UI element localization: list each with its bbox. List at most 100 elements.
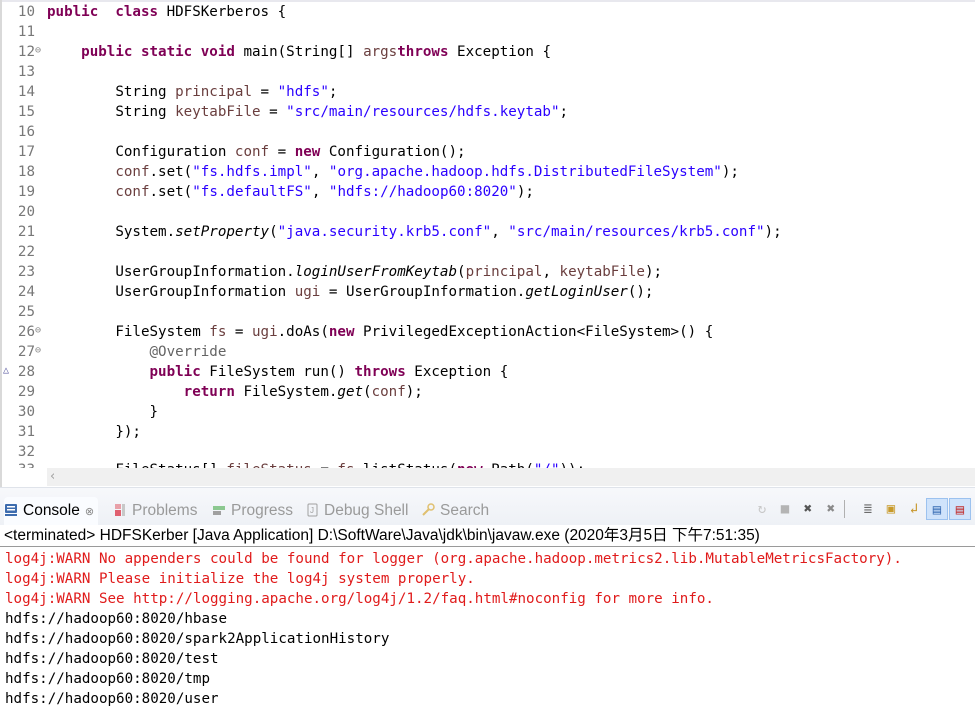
code-line: 32 [2, 442, 975, 462]
line-number: 20 [17, 204, 35, 220]
token: = [252, 84, 278, 100]
line-number: 29 [17, 384, 35, 400]
token-kw: throws [354, 364, 406, 380]
code-text: conf.set("fs.hdfs.impl", "org.apache.had… [47, 162, 739, 182]
console-output[interactable]: log4j:WARN No appenders could be found f… [0, 549, 975, 709]
token: = [226, 324, 253, 340]
token-it: setProperty [175, 224, 270, 240]
code-line: 18 conf.set("fs.hdfs.impl", "org.apache.… [2, 162, 975, 182]
code-line: 29 return FileSystem.get(conf); [2, 382, 975, 402]
console-stderr-line: log4j:WARN See http://logging.apache.org… [5, 591, 714, 607]
line-number: 30 [17, 404, 35, 420]
fold-toggle-icon[interactable]: ⊖ [35, 322, 44, 340]
remove-launch-icon[interactable]: ✖ [797, 498, 819, 520]
code-line: 12 ⊖ public static void main(String[] arg… [2, 42, 975, 62]
console-toolbar: ↻ ■ ✖ ✖ ≣ ▣ ↲ ▤ ▤ [755, 497, 975, 521]
show-on-stderr-icon[interactable]: ▤ [949, 498, 971, 520]
code-lines: 10 public class HDFSKerberos {11 12 ⊖ publi… [2, 2, 975, 462]
code-line: 30 } [2, 402, 975, 422]
code-line: 11 [2, 22, 975, 42]
line-number: 18 [17, 164, 35, 180]
tab-progress[interactable]: Progress [212, 497, 293, 525]
token: (); [627, 284, 654, 300]
code-text: conf.set("fs.defaultFS", "hdfs://hadoop6… [47, 182, 534, 202]
token-var: principal [465, 264, 543, 280]
line-number: 13 [17, 64, 35, 80]
close-icon[interactable]: ⊗ [85, 506, 94, 518]
code-line: 13 [2, 62, 975, 82]
code-text: UserGroupInformation ugi = UserGroupInfo… [47, 282, 653, 302]
horizontal-scrollbar[interactable]: ‹ [47, 468, 975, 486]
token-kw: class [115, 4, 159, 20]
code-line: 19 conf.set("fs.defaultFS", "hdfs://hado… [2, 182, 975, 202]
line-number: 33 [13, 462, 35, 468]
code-line: 24 UserGroupInformation ugi = UserGroupI… [2, 282, 975, 302]
token-kw: static [140, 44, 193, 60]
token: ( [457, 264, 466, 280]
token: UserGroupInformation. [47, 264, 295, 280]
token: , [491, 224, 509, 240]
token: System. [47, 224, 176, 240]
code-text: public static void main(String[] argsthr… [47, 42, 551, 62]
console-process-label: <terminated> HDFSKerber [Java Applicatio… [0, 525, 975, 547]
token-var: keytabFile [175, 104, 261, 120]
code-text: }); [47, 422, 141, 442]
token-var: args [363, 44, 398, 60]
token: ); [764, 224, 782, 240]
scroll-left-icon[interactable]: ‹ [50, 468, 62, 486]
line-number: 27 [17, 344, 35, 360]
token: UserGroupInformation [47, 284, 295, 300]
progress-icon [213, 506, 225, 515]
token-str: "src/main/resources/hdfs.keytab" [286, 104, 560, 120]
token-ann: @Override [149, 344, 227, 360]
token: , [311, 164, 329, 180]
tab-console[interactable]: Console ⊗ [4, 497, 99, 525]
fold-toggle-icon[interactable]: ⊖ [35, 342, 44, 360]
code-line: 15 String keytabFile = "src/main/resourc… [2, 102, 975, 122]
show-on-stdout-icon[interactable]: ▤ [926, 498, 948, 520]
token: FileSystem run() [200, 364, 355, 380]
remove-all-terminated-icon[interactable]: ✖ [820, 498, 842, 520]
tab-search[interactable]: Search [421, 497, 489, 525]
token-it: loginUserFromKeytab [294, 264, 458, 280]
word-wrap-icon[interactable]: ↲ [903, 498, 925, 520]
token: main(String[] [234, 44, 364, 60]
code-text: String principal = "hdfs"; [47, 82, 337, 102]
token-var: fs [209, 324, 227, 340]
code-text: UserGroupInformation.loginUserFromKeytab… [47, 262, 662, 282]
code-line: 22 [2, 242, 975, 262]
tab-debug-shell[interactable]: J Debug Shell [305, 497, 408, 525]
tab-label: Debug Shell [324, 502, 409, 519]
code-line: 26 ⊖ FileSystem fs = ugi.doAs(new Privile… [2, 322, 975, 342]
token-kw: throws [397, 44, 449, 60]
fold-toggle-icon[interactable]: ⊖ [35, 42, 44, 60]
token-var: ugi [294, 284, 321, 300]
terminate-icon[interactable]: ■ [774, 498, 796, 520]
refresh-icon[interactable]: ↻ [751, 498, 773, 520]
line-number: 28 [17, 364, 35, 380]
line-number: 11 [17, 24, 35, 40]
tab-problems[interactable]: Problems [113, 497, 197, 525]
console-stdout-line: hdfs://hadoop60:8020/tmp [5, 671, 210, 687]
token: String [47, 84, 176, 100]
console-stdout-line: hdfs://hadoop60:8020/spark2ApplicationHi… [5, 631, 390, 647]
code-text: public class HDFSKerberos { [47, 2, 286, 22]
line-number: 14 [17, 84, 35, 100]
clear-console-icon[interactable]: ≣ [857, 498, 879, 520]
token-var: conf [115, 164, 150, 180]
token-kw: void [200, 44, 235, 60]
code-editor[interactable]: 10 public class HDFSKerberos {11 12 ⊖ publi… [0, 0, 975, 487]
token: .set( [149, 184, 193, 200]
code-text: public FileSystem run() throws Exception… [47, 362, 509, 382]
token: FileSystem. [234, 384, 338, 400]
token: Exception { [448, 44, 551, 60]
scroll-lock-icon[interactable]: ▣ [880, 498, 902, 520]
line-number: 25 [17, 304, 35, 320]
token-str: "java.security.krb5.conf" [277, 224, 492, 240]
code-text: FileSystem fs = ugi.doAs(new PrivilegedE… [47, 322, 713, 342]
console-view: Console ⊗ Problems Progress J Debug Shell [0, 487, 975, 717]
